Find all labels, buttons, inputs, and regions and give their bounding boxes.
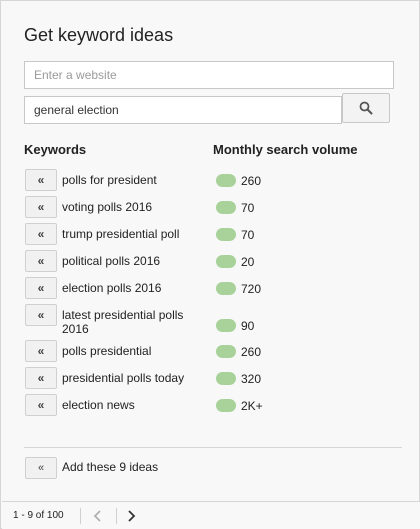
add-keyword-button[interactable]: « [25, 196, 57, 218]
panel-title: Get keyword ideas [24, 25, 174, 45]
keyword-text: voting polls 2016 [62, 200, 153, 214]
volume-bar [216, 201, 236, 214]
add-all-ideas-button[interactable]: « [25, 457, 57, 479]
volume-column-header: Monthly search volume [213, 142, 358, 157]
volume-value: 320 [241, 372, 262, 386]
pagination-bar: 1 - 9 of 100 [2, 501, 420, 529]
volume-bar [216, 255, 236, 268]
website-input[interactable]: Enter a website [24, 61, 394, 89]
add-all-ideas-label: Add these 9 ideas [62, 460, 159, 474]
add-keyword-button[interactable]: « [25, 169, 57, 191]
volume-value: 90 [241, 319, 255, 333]
keyword-text: election news [62, 398, 135, 412]
chevron-right-icon[interactable] [123, 508, 139, 524]
keyword-text: political polls 2016 [62, 254, 161, 268]
keyword-text: presidential polls today [62, 371, 185, 385]
divider [80, 508, 81, 524]
volume-value: 260 [241, 174, 262, 188]
volume-bar [216, 282, 236, 295]
volume-bar [216, 319, 236, 332]
pagination-range: 1 - 9 of 100 [13, 510, 64, 521]
keyword-ideas-panel: Get keyword ideas Enter a website genera… [0, 0, 420, 529]
add-keyword-button[interactable]: « [25, 223, 57, 245]
keyword-text: election polls 2016 [62, 281, 162, 295]
volume-bar [216, 174, 236, 187]
search-button[interactable] [342, 93, 390, 123]
divider [24, 447, 402, 448]
keyword-text: latest presidential polls 2016 [62, 308, 184, 336]
add-keyword-button[interactable]: « [25, 277, 57, 299]
keyword-text: polls for president [62, 173, 157, 187]
add-keyword-button[interactable]: « [25, 250, 57, 272]
add-keyword-button[interactable]: « [25, 394, 57, 416]
volume-bar [216, 228, 236, 241]
keywords-column-header: Keywords [24, 142, 87, 157]
volume-value: 20 [241, 255, 255, 269]
keyword-text: trump presidential poll [62, 227, 180, 241]
volume-value: 2K+ [241, 399, 263, 413]
volume-bar [216, 372, 236, 385]
add-keyword-button[interactable]: « [25, 304, 57, 326]
chevron-left-icon[interactable] [90, 508, 106, 524]
divider [116, 508, 117, 524]
volume-bar [216, 399, 236, 412]
add-keyword-button[interactable]: « [25, 367, 57, 389]
keyword-text: polls presidential [62, 344, 152, 358]
volume-value: 260 [241, 345, 262, 359]
keyword-search-input[interactable]: general election [24, 96, 342, 124]
add-keyword-button[interactable]: « [25, 340, 57, 362]
search-icon [359, 101, 373, 115]
volume-value: 70 [241, 228, 255, 242]
volume-value: 720 [241, 282, 262, 296]
volume-bar [216, 345, 236, 358]
volume-value: 70 [241, 201, 255, 215]
